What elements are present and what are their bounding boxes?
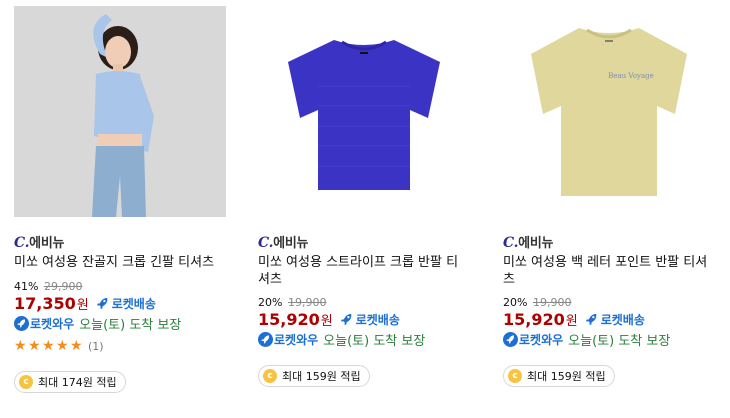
price-row: 15,920 원 로켓배송 bbox=[258, 310, 400, 329]
rocket-wow-icon bbox=[14, 316, 29, 331]
price-row: 17,350 원 로켓배송 bbox=[14, 294, 156, 313]
product-image[interactable] bbox=[14, 6, 226, 217]
brand-label: 에비뉴 bbox=[29, 236, 65, 251]
brand-logo-mark: C. bbox=[14, 235, 30, 251]
brand-name[interactable]: C.에비뉴 bbox=[258, 232, 308, 251]
delivery-guarantee-row: 로켓와우 오늘(토) 도착 보장 bbox=[503, 330, 670, 349]
rocket-wow-icon bbox=[503, 332, 518, 347]
reward-points-label: 최대 174원 적립 bbox=[38, 376, 117, 389]
reward-points-label: 최대 159원 적립 bbox=[282, 370, 361, 383]
product-card[interactable]: Beau Voyage C.에비뉴 미쏘 여성용 백 레터 포인트 반팔 티셔츠… bbox=[503, 0, 723, 418]
product-image[interactable] bbox=[258, 6, 470, 217]
rocket-icon bbox=[340, 313, 352, 326]
price-unit: 원 bbox=[565, 314, 578, 329]
shirt-print-text: Beau Voyage bbox=[608, 72, 654, 80]
brand-name[interactable]: C.에비뉴 bbox=[14, 232, 64, 251]
rocket-delivery-badge: 로켓배송 bbox=[584, 311, 645, 328]
rocket-wow-badge: 로켓와우 bbox=[258, 331, 318, 348]
arrival-guarantee: 오늘(토) 도착 보장 bbox=[79, 318, 182, 333]
product-photo-model bbox=[14, 6, 226, 217]
rating-row[interactable]: ★ ★ ★ ★ ★ (1) bbox=[14, 339, 104, 353]
rocket-wow-badge: 로켓와우 bbox=[503, 331, 563, 348]
star-icon: ★ bbox=[28, 338, 41, 354]
price-unit: 원 bbox=[320, 314, 333, 329]
brand-logo-mark: C. bbox=[258, 235, 274, 251]
coin-icon: c bbox=[508, 369, 522, 383]
arrival-guarantee: 오늘(토) 도착 보장 bbox=[568, 334, 671, 349]
product-title[interactable]: 미쏘 여성용 스트라이프 크롭 반팔 티셔츠 bbox=[258, 254, 470, 288]
rocket-delivery-badge: 로켓배송 bbox=[95, 295, 156, 312]
product-image[interactable]: Beau Voyage bbox=[503, 6, 715, 217]
product-card[interactable]: C.에비뉴 미쏘 여성용 스트라이프 크롭 반팔 티셔츠 20% 19,900 … bbox=[258, 0, 478, 418]
original-price: 19,900 bbox=[532, 296, 572, 309]
product-card[interactable]: C.에비뉴 미쏘 여성용 잔골지 크롭 긴팔 티셔츠 41% 29,900 17… bbox=[14, 0, 234, 418]
delivery-guarantee-row: 로켓와우 오늘(토) 도착 보장 bbox=[14, 314, 181, 333]
star-icon: ★ bbox=[42, 338, 55, 354]
rocket-wow-label: 로켓와우 bbox=[274, 333, 319, 347]
rocket-delivery-label: 로켓배송 bbox=[111, 297, 156, 311]
reward-points-badge: c 최대 174원 적립 bbox=[14, 371, 126, 393]
delivery-guarantee-row: 로켓와우 오늘(토) 도착 보장 bbox=[258, 330, 425, 349]
rocket-wow-icon bbox=[258, 332, 273, 347]
brand-label: 에비뉴 bbox=[273, 236, 309, 251]
sale-price: 15,920 bbox=[258, 310, 320, 329]
product-photo-blue-tshirt bbox=[258, 6, 470, 217]
product-title[interactable]: 미쏘 여성용 잔골지 크롭 긴팔 티셔츠 bbox=[14, 254, 226, 271]
rocket-delivery-label: 로켓배송 bbox=[600, 313, 645, 327]
rocket-wow-label: 로켓와우 bbox=[30, 317, 75, 331]
product-title[interactable]: 미쏘 여성용 백 레터 포인트 반팔 티셔츠 bbox=[503, 254, 715, 288]
discount-rate: 20% bbox=[503, 296, 528, 309]
price-unit: 원 bbox=[76, 298, 89, 313]
rocket-wow-label: 로켓와우 bbox=[519, 333, 564, 347]
discount-rate: 20% bbox=[258, 296, 283, 309]
original-price: 29,900 bbox=[43, 280, 83, 293]
discount-row: 41% 29,900 bbox=[14, 280, 82, 293]
discount-row: 20% 19,900 bbox=[503, 296, 571, 309]
rocket-delivery-label: 로켓배송 bbox=[355, 313, 400, 327]
discount-row: 20% 19,900 bbox=[258, 296, 326, 309]
brand-logo-mark: C. bbox=[503, 235, 519, 251]
discount-rate: 41% bbox=[14, 280, 39, 293]
rocket-delivery-badge: 로켓배송 bbox=[339, 311, 400, 328]
rocket-icon bbox=[96, 297, 108, 310]
star-icon: ★ bbox=[56, 338, 69, 354]
coin-icon: c bbox=[19, 375, 33, 389]
arrival-guarantee: 오늘(토) 도착 보장 bbox=[323, 334, 426, 349]
reward-points-badge: c 최대 159원 적립 bbox=[503, 365, 615, 387]
review-count: (1) bbox=[88, 339, 104, 353]
rocket-icon bbox=[585, 313, 597, 326]
rocket-wow-badge: 로켓와우 bbox=[14, 315, 74, 332]
brand-label: 에비뉴 bbox=[518, 236, 554, 251]
star-rating: ★ ★ ★ ★ ★ bbox=[14, 339, 84, 353]
star-icon: ★ bbox=[70, 338, 83, 354]
brand-name[interactable]: C.에비뉴 bbox=[503, 232, 553, 251]
reward-points-badge: c 최대 159원 적립 bbox=[258, 365, 370, 387]
price-row: 15,920 원 로켓배송 bbox=[503, 310, 645, 329]
star-icon: ★ bbox=[14, 338, 27, 354]
product-photo-beige-tshirt: Beau Voyage bbox=[503, 6, 715, 217]
sale-price: 15,920 bbox=[503, 310, 565, 329]
reward-points-label: 최대 159원 적립 bbox=[527, 370, 606, 383]
original-price: 19,900 bbox=[287, 296, 327, 309]
coin-icon: c bbox=[263, 369, 277, 383]
sale-price: 17,350 bbox=[14, 294, 76, 313]
